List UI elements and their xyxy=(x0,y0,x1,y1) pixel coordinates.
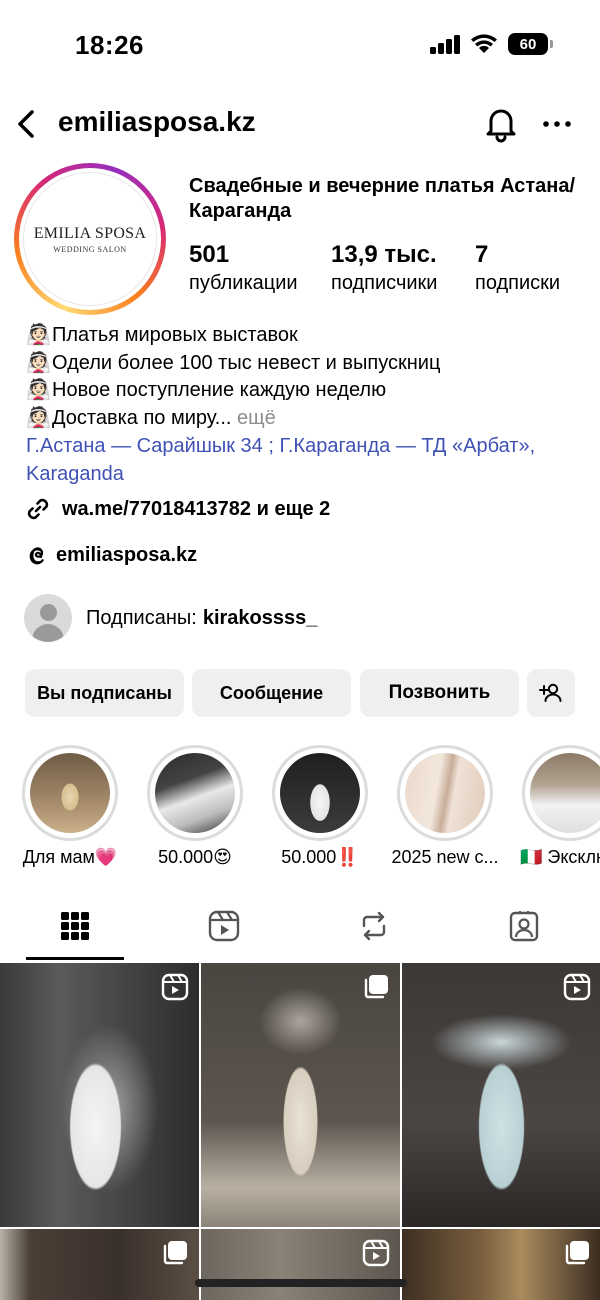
post-thumbnail[interactable] xyxy=(0,1229,199,1300)
threads-icon xyxy=(29,547,45,565)
following-button[interactable]: Вы подписаны xyxy=(25,669,184,717)
bio-text: Новое поступление каждую неделю xyxy=(52,379,387,401)
tab-posts[interactable] xyxy=(25,905,125,961)
story-highlight[interactable]: 2025 new c... xyxy=(391,745,499,868)
carousel-badge-icon xyxy=(565,1241,589,1265)
bride-emoji: 👰🏻 xyxy=(26,324,51,346)
bride-emoji: 👰🏻 xyxy=(26,406,51,429)
tab-tagged[interactable] xyxy=(474,905,574,961)
profile-tabs xyxy=(0,905,600,961)
post-thumbnail[interactable] xyxy=(201,1229,400,1300)
message-button[interactable]: Сообщение xyxy=(192,669,351,717)
stat-following-value: 7 xyxy=(475,241,489,268)
followed-by-prefix: Подписаны: xyxy=(86,606,197,629)
bio-more-link[interactable]: ещё xyxy=(237,405,276,433)
threads-text: emiliasposa.kz xyxy=(56,543,198,566)
status-bar: 18:26 60 xyxy=(0,0,600,90)
highlight-label: 2025 new c... xyxy=(391,847,499,867)
status-time: 18:26 xyxy=(75,30,144,60)
wifi-icon xyxy=(471,34,497,53)
stat-posts[interactable]: 501 публикации xyxy=(189,240,298,296)
stat-following-label: подписки xyxy=(475,272,561,294)
bio-text: Доставка по миру... xyxy=(52,406,232,429)
profile-header: emiliasposa.kz xyxy=(0,96,600,152)
tagged-icon xyxy=(509,911,539,942)
reel-badge-icon xyxy=(362,1239,390,1267)
call-button[interactable]: Позвонить xyxy=(360,669,519,717)
tab-reposts[interactable] xyxy=(324,905,424,961)
battery-icon: 60 xyxy=(508,33,553,55)
bride-emoji: 👰🏻 xyxy=(26,351,51,374)
bio-line: 👰🏻 Одели более 100 тыс невест и выпускниц xyxy=(26,350,586,378)
reposts-icon xyxy=(362,911,386,941)
highlight-label: 50.000‼️ xyxy=(281,847,359,867)
highlight-image xyxy=(405,753,485,833)
brand-logo: EMILIA SPOSA WEDDING SALON xyxy=(23,172,157,306)
highlight-image xyxy=(530,753,600,833)
stat-following[interactable]: 7 подписки xyxy=(475,240,560,296)
bio-text: Платья мировых выставок xyxy=(52,324,298,346)
profile-username: emiliasposa.kz xyxy=(58,106,256,137)
story-highlight[interactable]: Для мам💗 xyxy=(20,745,120,868)
signal-icon xyxy=(430,34,462,54)
post-thumbnail[interactable] xyxy=(0,963,199,1227)
story-highlight[interactable]: 🇮🇹 Эксклю xyxy=(520,745,600,868)
highlight-image xyxy=(30,753,110,833)
story-highlight[interactable]: 50.000‼️ xyxy=(270,745,370,868)
add-user-icon xyxy=(539,683,562,702)
threads-link[interactable]: emiliasposa.kz xyxy=(24,540,197,570)
back-icon[interactable] xyxy=(8,104,44,144)
followed-by[interactable]: Подписаны: kirakossss_ xyxy=(24,594,317,642)
bio-text: Одели более 100 тыс невест и выпускниц xyxy=(52,351,441,374)
stat-posts-value: 501 xyxy=(189,241,230,268)
profile-avatar[interactable]: EMILIA SPOSA WEDDING SALON xyxy=(14,163,166,315)
grid-icon xyxy=(61,912,89,940)
highlight-image xyxy=(280,753,360,833)
post-thumbnail[interactable] xyxy=(201,963,400,1227)
stat-posts-label: публикации xyxy=(189,272,298,294)
follower-avatar xyxy=(24,594,72,642)
bio-line: 👰🏻 Доставка по миру... ещё xyxy=(26,405,586,433)
highlight-image xyxy=(155,753,235,833)
more-options-icon[interactable] xyxy=(540,110,574,138)
logo-main-text: EMILIA SPOSA xyxy=(33,224,147,242)
home-indicator[interactable] xyxy=(195,1279,407,1287)
external-link[interactable]: wa.me/77018413782 и еще 2 xyxy=(24,494,330,524)
external-link-text: wa.me/77018413782 и еще 2 xyxy=(62,497,331,520)
logo-sub-text: WEDDING SALON xyxy=(53,244,127,254)
profile-display-name: Свадебные и вечерние платья Астана/Караг… xyxy=(189,175,576,222)
highlight-label: 50.000😍 xyxy=(158,847,232,867)
bio-line: 👰🏻 Новое поступление каждую неделю xyxy=(26,377,586,405)
stat-followers[interactable]: 13,9 тыс. подписчики xyxy=(331,240,437,296)
bell-icon[interactable] xyxy=(482,102,520,144)
link-icon xyxy=(27,498,49,520)
reel-badge-icon xyxy=(563,973,591,1001)
stat-followers-value: 13,9 тыс. xyxy=(331,241,437,268)
highlight-label: Для мам💗 xyxy=(22,847,118,867)
tab-reels[interactable] xyxy=(174,905,274,961)
reel-badge-icon xyxy=(161,973,189,1001)
reels-icon xyxy=(208,910,240,942)
add-user-button[interactable] xyxy=(527,669,575,717)
location-link[interactable]: Г.Астана — Сарайшык 34 ; Г.Караганда — Т… xyxy=(26,432,586,488)
story-highlight[interactable]: 50.000😍 xyxy=(145,745,245,868)
active-tab-indicator xyxy=(26,957,124,960)
carousel-badge-icon xyxy=(163,1241,187,1265)
stat-followers-label: подписчики xyxy=(331,272,438,294)
post-thumbnail[interactable] xyxy=(402,1229,600,1300)
profile-bio: 👰🏻 Платья мировых выставок 👰🏻 Одели более … xyxy=(26,322,586,432)
battery-level: 60 xyxy=(519,35,537,53)
carousel-badge-icon xyxy=(364,975,388,999)
post-thumbnail[interactable] xyxy=(402,963,600,1227)
highlight-label: 🇮🇹 Эксклю xyxy=(520,847,600,867)
followed-by-name: kirakossss_ xyxy=(202,606,318,629)
bride-emoji: 👰🏻 xyxy=(26,379,51,401)
bio-line: 👰🏻 Платья мировых выставок xyxy=(26,322,586,350)
